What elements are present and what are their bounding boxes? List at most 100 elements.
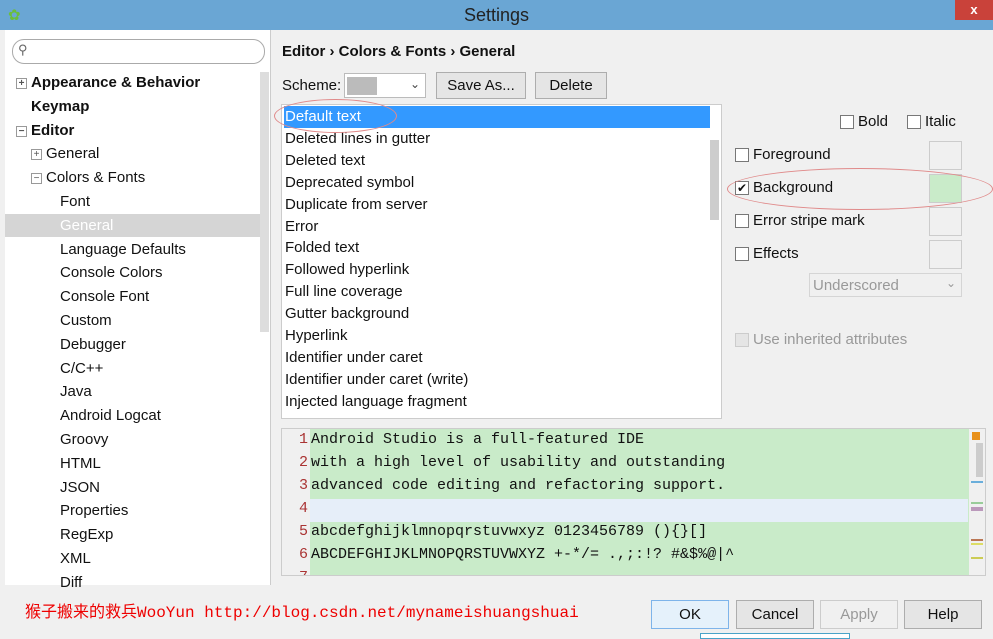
- tree-item[interactable]: HTML: [60, 452, 101, 475]
- preview-editor[interactable]: 1 Android Studio is a full-featured IDE 2 w…: [281, 428, 986, 576]
- preview-scrollbar[interactable]: [969, 429, 985, 575]
- inspection-status-icon: [972, 432, 980, 440]
- error-stripe-color-swatch[interactable]: [929, 207, 962, 236]
- list-scrollbar[interactable]: [710, 140, 719, 220]
- italic-label: Italic: [925, 113, 956, 130]
- tree-item[interactable]: Console Font: [60, 285, 149, 308]
- tree-item[interactable]: C/C++: [60, 357, 103, 380]
- effect-type-dropdown[interactable]: Underscored ⌄: [809, 273, 962, 297]
- list-item[interactable]: Gutter background: [284, 303, 710, 325]
- line-number: 2: [298, 454, 308, 471]
- ok-button[interactable]: OK: [651, 600, 729, 629]
- tree-item-label: Keymap: [31, 97, 90, 115]
- foreground-label: Foreground: [753, 146, 831, 163]
- tree-item-label: JSON: [60, 478, 101, 496]
- watermark: 猴子搬来的救兵WooYun http://blog.csdn.net/mynam…: [25, 604, 579, 622]
- expand-icon[interactable]: +: [16, 78, 27, 89]
- effect-type-value: Underscored: [813, 277, 899, 294]
- tree-scrollbar[interactable]: [260, 72, 269, 332]
- annotation-circle: [274, 99, 397, 133]
- code-line: abcdefghijklmnopqrstuvwxyz 0123456789 ()…: [311, 523, 708, 540]
- list-item[interactable]: Hyperlink: [284, 325, 710, 347]
- list-item[interactable]: Identifier under caret: [284, 347, 710, 369]
- line-number: 4: [298, 500, 308, 517]
- apply-button[interactable]: Apply: [820, 600, 898, 629]
- list-item[interactable]: Folded text: [284, 237, 710, 259]
- tree-item-label: General: [46, 145, 100, 163]
- tree-item[interactable]: RegExp: [60, 523, 113, 546]
- line-number: 1: [298, 431, 308, 448]
- tree-item[interactable]: Properties: [60, 499, 128, 522]
- collapse-icon[interactable]: −: [16, 125, 27, 137]
- tree-item-label: Android Logcat: [60, 407, 161, 425]
- tree-item[interactable]: + General: [31, 142, 99, 165]
- effects-color-swatch[interactable]: [929, 240, 962, 269]
- use-inherited-checkbox[interactable]: [735, 333, 749, 347]
- list-item[interactable]: Injected language fragment: [284, 391, 710, 413]
- line-number: 7: [282, 569, 308, 575]
- tree-item[interactable]: − Editor: [16, 119, 74, 142]
- cancel-button[interactable]: Cancel: [736, 600, 814, 629]
- tree-item-label: Appearance & Behavior: [31, 74, 201, 91]
- search-input[interactable]: ⚲: [12, 39, 265, 64]
- code-line: ABCDEFGHIJKLMNOPQRSTUVWXYZ +-*/= .,;:!? …: [311, 546, 735, 563]
- tree-item[interactable]: Android Logcat: [60, 404, 161, 427]
- error-stripe-label: Error stripe mark: [753, 212, 865, 229]
- tree-item-label: Editor: [31, 121, 75, 139]
- tree-item-label: RegExp: [60, 526, 114, 544]
- chevron-down-icon: ⌄: [409, 77, 420, 91]
- tree-item[interactable]: JSON: [60, 476, 100, 499]
- tree-item[interactable]: Debugger: [60, 333, 126, 356]
- italic-checkbox[interactable]: [907, 115, 921, 129]
- list-item[interactable]: Error: [284, 216, 710, 238]
- tree-item[interactable]: Language Defaults: [60, 238, 186, 261]
- collapse-icon[interactable]: −: [31, 173, 42, 185]
- stripe-mark: [971, 507, 983, 511]
- bold-checkbox[interactable]: [840, 115, 854, 129]
- expand-icon[interactable]: +: [31, 149, 42, 161]
- taskbar-fragment: [700, 633, 850, 639]
- tree-item[interactable]: Custom: [60, 309, 112, 332]
- tree-item-label: Debugger: [60, 335, 126, 353]
- help-button[interactable]: Help: [904, 600, 982, 629]
- tree-item-label: Colors & Fonts: [46, 169, 146, 187]
- tree-item-label: Java: [60, 383, 92, 401]
- use-inherited-label: Use inherited attributes: [753, 331, 908, 348]
- scroll-thumb[interactable]: [976, 443, 983, 477]
- tree-item-label: Font: [60, 193, 91, 210]
- tree-item[interactable]: Keymap: [31, 95, 89, 118]
- foreground-color-swatch[interactable]: [929, 141, 962, 170]
- tree-item[interactable]: − Colors & Fonts: [31, 166, 145, 189]
- tree-item-label: C/C++: [60, 359, 104, 377]
- effects-checkbox[interactable]: [735, 247, 749, 261]
- stripe-mark: [971, 557, 983, 559]
- stripe-mark: [971, 502, 983, 504]
- close-button[interactable]: x: [955, 0, 993, 20]
- tree-item[interactable]: Java: [60, 380, 92, 403]
- tree-item[interactable]: Font: [60, 190, 90, 213]
- bold-label: Bold: [858, 113, 889, 130]
- list-item[interactable]: Deleted text: [284, 150, 710, 172]
- line-number: 6: [298, 546, 308, 563]
- scheme-dropdown[interactable]: ⌄: [344, 73, 426, 98]
- list-item[interactable]: Identifier under caret (write): [284, 369, 710, 391]
- foreground-checkbox[interactable]: [735, 148, 749, 162]
- delete-button[interactable]: Delete: [535, 72, 607, 99]
- save-as-button[interactable]: Save As...: [436, 72, 526, 99]
- tree-item[interactable]: Groovy: [60, 428, 108, 451]
- error-stripe-checkbox[interactable]: [735, 214, 749, 228]
- tree-item[interactable]: General: [5, 213, 260, 237]
- list-item[interactable]: Deprecated symbol: [284, 172, 710, 194]
- list-item[interactable]: Followed hyperlink: [284, 259, 710, 281]
- tree-item-label: Diff: [60, 573, 83, 591]
- chevron-down-icon: ⌄: [945, 276, 956, 290]
- list-item[interactable]: Duplicate from server: [284, 194, 710, 216]
- code-line: Android Studio is a full-featured IDE: [311, 431, 645, 448]
- list-item[interactable]: Full line coverage: [284, 281, 710, 303]
- tree-item[interactable]: Diff: [60, 571, 82, 594]
- tree-item[interactable]: Console Colors: [60, 261, 163, 284]
- tree-item[interactable]: + Appearance & Behavior: [16, 71, 200, 94]
- annotation-circle: [727, 168, 993, 210]
- tree-item[interactable]: XML: [60, 547, 91, 570]
- stripe-mark: [971, 481, 983, 483]
